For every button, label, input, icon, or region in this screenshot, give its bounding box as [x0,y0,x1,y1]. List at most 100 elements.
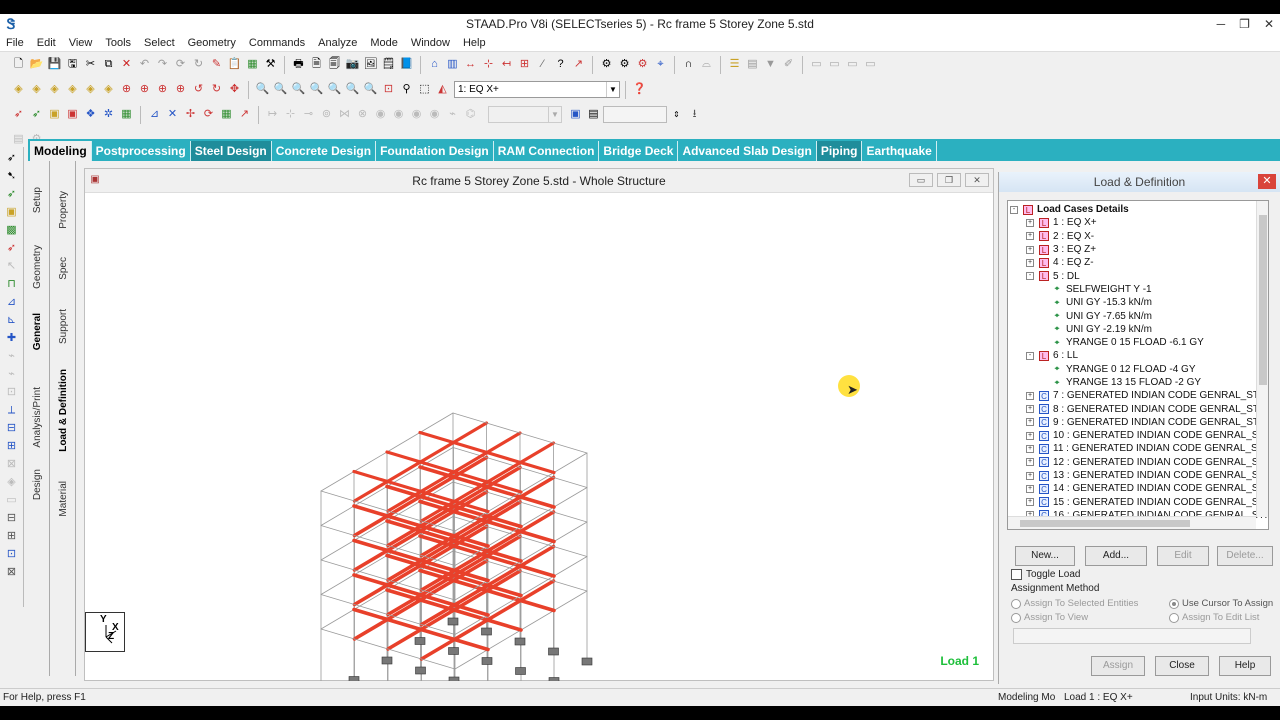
load-cases-tree[interactable]: - L Load Cases Details + L 1 : EQ X+ + L 2 : EQ … [1007,200,1269,530]
disabled-e-icon[interactable]: ⋈ [336,106,353,123]
measure-tool-icon[interactable]: ⊾ [2,312,22,329]
sidetab-design[interactable]: Design [32,469,43,500]
edge-beam[interactable] [386,432,421,453]
rotate-icon[interactable]: ◈ [2,474,22,491]
pencil-icon[interactable]: ✐ [780,56,797,73]
disabled-i-icon[interactable]: ◉ [408,106,425,123]
edge-beam[interactable] [487,491,522,512]
loaded-beam[interactable] [385,494,423,518]
assign-view-radio[interactable]: Assign To View [1011,612,1088,623]
tab-earthquake[interactable]: Earthquake [862,141,937,161]
tree-item[interactable]: + C 11 : GENERATED INDIAN CODE GENRAL_STI [1010,442,1268,455]
loaded-beam[interactable] [518,495,556,509]
tree-toggle-icon[interactable]: + [1026,458,1034,467]
menu-edit[interactable]: Edit [37,37,56,49]
tree-toggle-icon[interactable]: + [1026,391,1034,400]
fixed-support[interactable] [447,617,459,626]
loaded-beam[interactable] [452,514,490,538]
view-iso-icon[interactable]: ◈ [10,81,27,98]
loaded-beam[interactable] [386,558,423,582]
disabled-g-icon[interactable]: ◉ [372,106,389,123]
edge-beam[interactable] [320,525,355,536]
draw-icon[interactable]: ↗ [236,106,253,123]
loaded-beam[interactable] [385,529,423,553]
edge-beam[interactable] [553,487,588,508]
disabled-c-icon[interactable]: ⊸ [300,106,317,123]
zoom-out-icon[interactable]: 🔍 [308,81,325,98]
print-preview-icon[interactable]: 🗎 [308,56,325,73]
tree-item[interactable]: + L 1 : EQ X+ [1010,216,1268,229]
edge-beam[interactable] [320,471,355,492]
monitor-icon[interactable]: ▣ [567,106,584,123]
disabled-tool-icon[interactable]: ⌁ [2,348,22,365]
zoom-prev-icon[interactable]: 🔍 [344,81,361,98]
close-button[interactable]: Close [1155,656,1209,676]
view-top-icon[interactable]: ◈ [100,81,117,98]
edge-beam[interactable] [353,555,388,576]
tree-toggle-icon[interactable]: + [1026,471,1034,480]
disabled-b-icon[interactable]: ⊹ [282,106,299,123]
edge-beam[interactable] [320,505,355,526]
loaded-beam[interactable] [352,538,390,553]
menu-select[interactable]: Select [144,37,175,49]
edge-beam[interactable] [520,541,555,562]
assign-selected-radio[interactable]: Assign To Selected Entities [1011,598,1138,609]
edge-beam[interactable] [353,486,388,507]
menu-geometry[interactable]: Geometry [188,37,236,49]
tree-item[interactable]: + C 15 : GENERATED INDIAN CODE GENRAL_STI [1010,496,1268,509]
tree-toggle-icon[interactable]: - [1026,351,1034,360]
loaded-beam[interactable] [485,450,523,465]
tree-item[interactable]: + L 3 : EQ Z+ [1010,243,1268,256]
print-icon[interactable]: 🖶 [290,56,307,73]
tree-item[interactable]: ⌖ YRANGE 0 15 FLOAD -6.1 GY [1010,336,1268,349]
arc-icon[interactable]: ∩ [680,56,697,73]
menu-help[interactable]: Help [463,37,486,49]
loaded-beam[interactable] [352,514,390,538]
rotate-z-up-icon[interactable]: ↺ [190,81,207,98]
edge-beam[interactable] [519,432,554,444]
fixed-support[interactable] [414,637,426,645]
edge-beam[interactable] [520,610,555,631]
delete-button[interactable]: Delete... [1217,546,1273,566]
fixed-support[interactable] [481,627,492,636]
disabled-d-icon[interactable]: ⊚ [318,106,335,123]
tool-a-icon[interactable]: ⚙ [598,56,615,73]
win-c-icon[interactable]: ▭ [844,56,861,73]
fixed-support[interactable] [481,657,493,665]
panel-close-icon[interactable]: ✕ [1258,174,1276,189]
loaded-beam[interactable] [485,529,523,553]
table-2-icon[interactable]: ▤ [744,56,761,73]
loaded-beam[interactable] [451,440,489,455]
refresh-icon[interactable]: ⟳ [172,56,189,73]
circular-icon[interactable]: ⊞ [2,438,22,455]
help-book-icon[interactable]: 📘 [398,56,415,73]
cursor-plates-icon[interactable]: ▣ [46,106,63,123]
tree-toggle-icon[interactable]: + [1026,484,1034,493]
loaded-beam[interactable] [352,469,390,484]
fixed-support[interactable] [348,676,360,682]
section-icon[interactable]: ⌓ [698,56,715,73]
fixed-support[interactable] [381,656,393,665]
fixed-support[interactable] [548,677,560,682]
loaded-beam[interactable] [518,475,556,499]
misc-a-icon[interactable]: ▤ [10,131,27,148]
sidetab-geometry[interactable]: Geometry [32,245,43,289]
tree-item[interactable]: ⌖ SELFWEIGHT Y -1 [1010,283,1268,296]
disabled-l-icon[interactable]: ⌬ [462,106,479,123]
tree-item[interactable]: ⌖ UNI GY -7.65 kN/m [1010,309,1268,322]
assign-button[interactable]: Assign [1091,656,1145,676]
snap-grid-icon[interactable]: ▦ [218,106,235,123]
radio-circle[interactable] [1011,612,1021,623]
loaded-beam[interactable] [485,618,523,632]
node-icon[interactable]: ⊹ [480,56,497,73]
loaded-beam[interactable] [385,617,423,632]
loaded-beam[interactable] [419,539,456,563]
loaded-beam[interactable] [452,549,490,573]
rotate-y-up-icon[interactable]: ⊕ [154,81,171,98]
display-icon[interactable]: ⊡ [380,81,397,98]
edge-beam[interactable] [320,540,355,561]
add-plate-icon[interactable]: ✢ [182,106,199,123]
zoom-all-icon[interactable]: 🔍 [272,81,289,98]
radio-circle[interactable] [1169,612,1179,623]
fixed-support[interactable] [514,637,526,646]
